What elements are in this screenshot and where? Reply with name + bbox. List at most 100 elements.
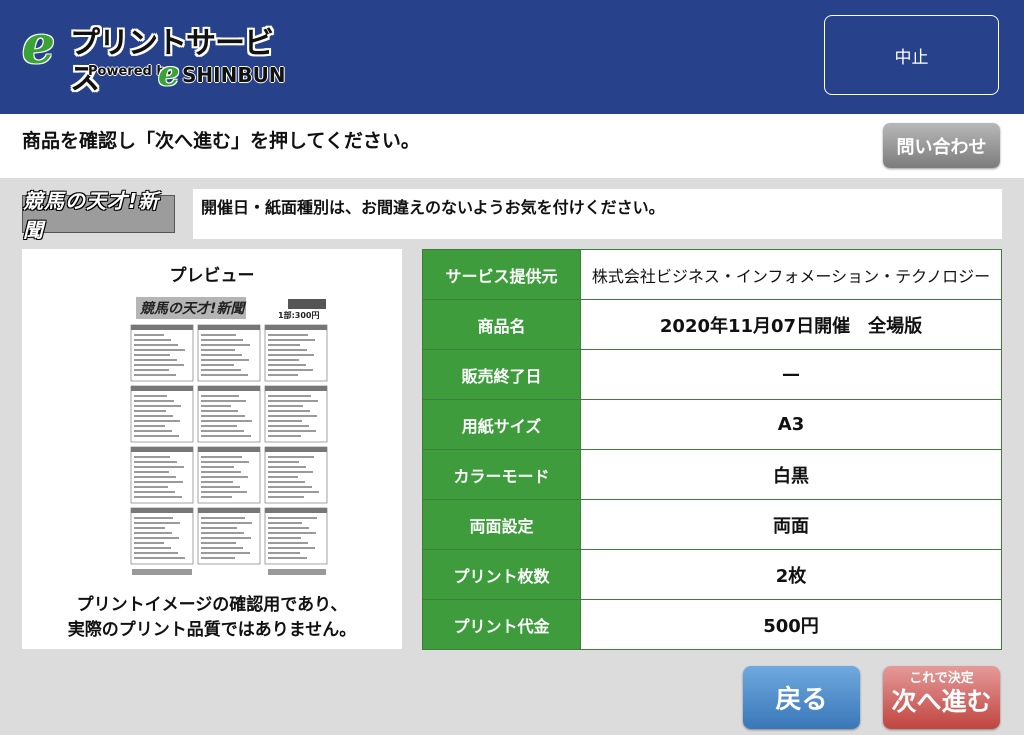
preview-mini-table-line — [268, 339, 315, 341]
preview-mini-table-line — [134, 461, 177, 463]
preview-mini-table-header — [265, 447, 327, 452]
info-label: 販売終了日 — [422, 349, 581, 400]
preview-mini-table-line — [268, 542, 308, 544]
preview-mini-table-line — [268, 349, 307, 351]
header-bar: e プリントサービス Powered by e SHINBUN 中止 — [0, 0, 1024, 114]
preview-mini-table-header — [131, 447, 193, 452]
preview-mini-table-line — [201, 425, 237, 427]
preview-mini-table — [130, 324, 194, 382]
info-row: カラーモード 白黒 — [422, 449, 1002, 500]
preview-mini-table-header — [131, 386, 193, 391]
cancel-button[interactable]: 中止 — [824, 15, 999, 95]
preview-mini-table-line — [134, 557, 185, 559]
info-value: — — [580, 349, 1002, 400]
preview-page-image: 競馬の天才!新聞 1部:300円 — [128, 293, 330, 581]
preview-mini-table-line — [134, 334, 164, 336]
preview-mini-table-line — [134, 395, 167, 397]
preview-mini-table-line — [268, 466, 306, 468]
preview-mini-table-line — [268, 491, 319, 493]
preview-mini-table-line — [134, 405, 181, 407]
instruction-bar: 商品を確認し「次へ進む」を押してください。 — [0, 114, 1024, 178]
preview-title: プレビュー — [169, 266, 255, 286]
next-button-sublabel: これで決定 — [909, 671, 974, 686]
info-label: 商品名 — [422, 299, 581, 350]
preview-mini-table — [264, 507, 328, 565]
info-value: 両面 — [580, 499, 1002, 550]
preview-mini-table-line — [268, 334, 308, 336]
preview-mini-table-line — [134, 364, 184, 366]
preview-mini-table-line — [268, 481, 305, 483]
preview-mini-table — [264, 446, 328, 504]
preview-mini-table-line — [201, 354, 242, 356]
preview-mini-table-line — [134, 425, 165, 427]
preview-page-footer-right — [268, 569, 326, 575]
preview-mini-table-line — [201, 547, 243, 549]
info-label: プリント枚数 — [422, 549, 581, 600]
preview-mini-table-line — [201, 542, 236, 544]
preview-mini-table-line — [268, 476, 298, 478]
preview-mini-table-line — [201, 517, 245, 519]
preview-mini-table — [197, 507, 261, 565]
preview-mini-table-line — [134, 491, 175, 493]
preview-mini-table-line — [268, 405, 303, 407]
info-row: 販売終了日 — — [422, 349, 1002, 400]
preview-mini-table-line — [134, 496, 182, 498]
preview-mini-table-line — [201, 405, 231, 407]
preview-mini-table-header — [198, 508, 260, 513]
info-value: 白黒 — [580, 449, 1002, 500]
preview-mini-table-line — [268, 395, 311, 397]
preview-mini-table-line — [134, 435, 179, 437]
info-label: 用紙サイズ — [422, 399, 581, 450]
preview-mini-table-line — [134, 415, 173, 417]
info-label: 両面設定 — [422, 499, 581, 550]
preview-mini-table-line — [134, 527, 165, 529]
preview-page-badge — [288, 299, 326, 309]
preview-mini-table-header — [131, 508, 193, 513]
preview-mini-table-line — [268, 400, 318, 402]
preview-mini-table-line — [268, 517, 317, 519]
preview-mini-table-line — [201, 339, 243, 341]
preview-mini-table-line — [201, 456, 242, 458]
preview-mini-table-line — [201, 430, 244, 432]
preview-page-header: 競馬の天才!新聞 — [140, 300, 246, 317]
preview-mini-table-line — [134, 369, 169, 371]
preview-mini-table-line — [134, 552, 178, 554]
preview-mini-table-line — [201, 435, 251, 437]
preview-mini-table-line — [201, 537, 251, 539]
back-button[interactable]: 戻る — [743, 666, 860, 729]
preview-mini-table-line — [268, 471, 313, 473]
next-button-label: 次へ進む — [891, 687, 992, 716]
preview-mini-table-line — [201, 486, 240, 488]
preview-mini-table-line — [201, 410, 238, 412]
preview-mini-table-line — [201, 374, 248, 376]
info-value: 2020年11月07日開催 全場版 — [580, 299, 1002, 350]
info-row: 用紙サイズ A3 — [422, 399, 1002, 450]
preview-mini-table-line — [201, 359, 249, 361]
preview-mini-table-line — [268, 354, 314, 356]
info-label: カラーモード — [422, 449, 581, 500]
info-label: プリント代金 — [422, 599, 581, 650]
preview-mini-table-line — [201, 476, 248, 478]
logo-brand: SHINBUN — [182, 63, 286, 87]
preview-mini-table-line — [268, 374, 298, 376]
preview-mini-table-line — [201, 466, 234, 468]
preview-mini-table-line — [134, 354, 170, 356]
next-button[interactable]: これで決定 次へ進む — [883, 666, 1000, 729]
preview-mini-table-line — [134, 359, 177, 361]
preview-mini-table — [264, 324, 328, 382]
preview-mini-table-line — [201, 369, 241, 371]
preview-mini-table — [130, 446, 194, 504]
preview-mini-table-line — [201, 349, 235, 351]
contact-button[interactable]: 問い合わせ — [883, 123, 1000, 168]
preview-mini-table-line — [268, 552, 300, 554]
preview-mini-table-line — [201, 491, 247, 493]
preview-mini-table-line — [201, 557, 235, 559]
preview-mini-table — [264, 385, 328, 443]
preview-mini-table-line — [201, 522, 252, 524]
preview-mini-table — [197, 385, 261, 443]
preview-mini-table-line — [268, 369, 313, 371]
info-value: 500円 — [580, 599, 1002, 650]
preview-mini-table-line — [134, 537, 179, 539]
preview-caption-line2: 実際のプリント品質ではありません。 — [67, 620, 357, 640]
preview-mini-table-line — [134, 349, 185, 351]
